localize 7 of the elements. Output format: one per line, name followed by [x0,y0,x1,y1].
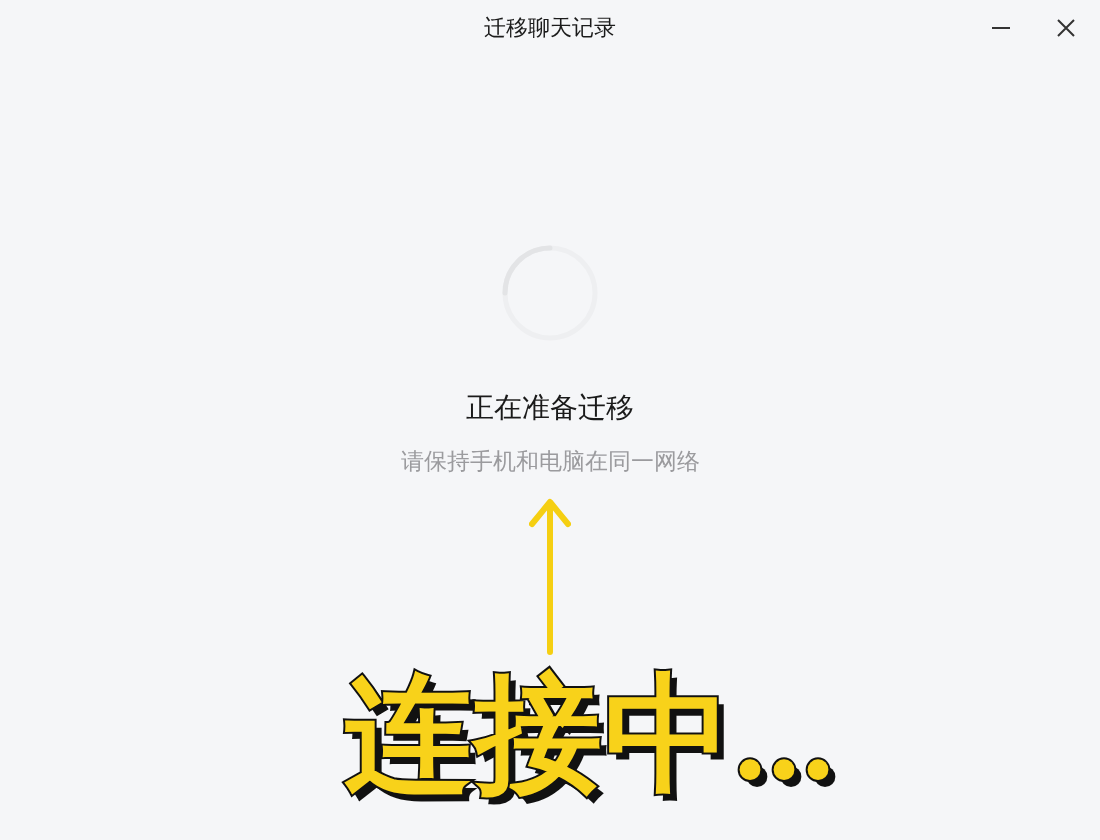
minimize-icon [992,27,1010,29]
window-title: 迁移聊天记录 [484,14,616,42]
status-heading: 正在准备迁移 [466,390,634,426]
up-arrow-icon [529,498,571,656]
close-icon [1057,19,1075,37]
caption-text: 连接中... [344,668,836,802]
status-hint: 请保持手机和电脑在同一网络 [400,447,700,476]
